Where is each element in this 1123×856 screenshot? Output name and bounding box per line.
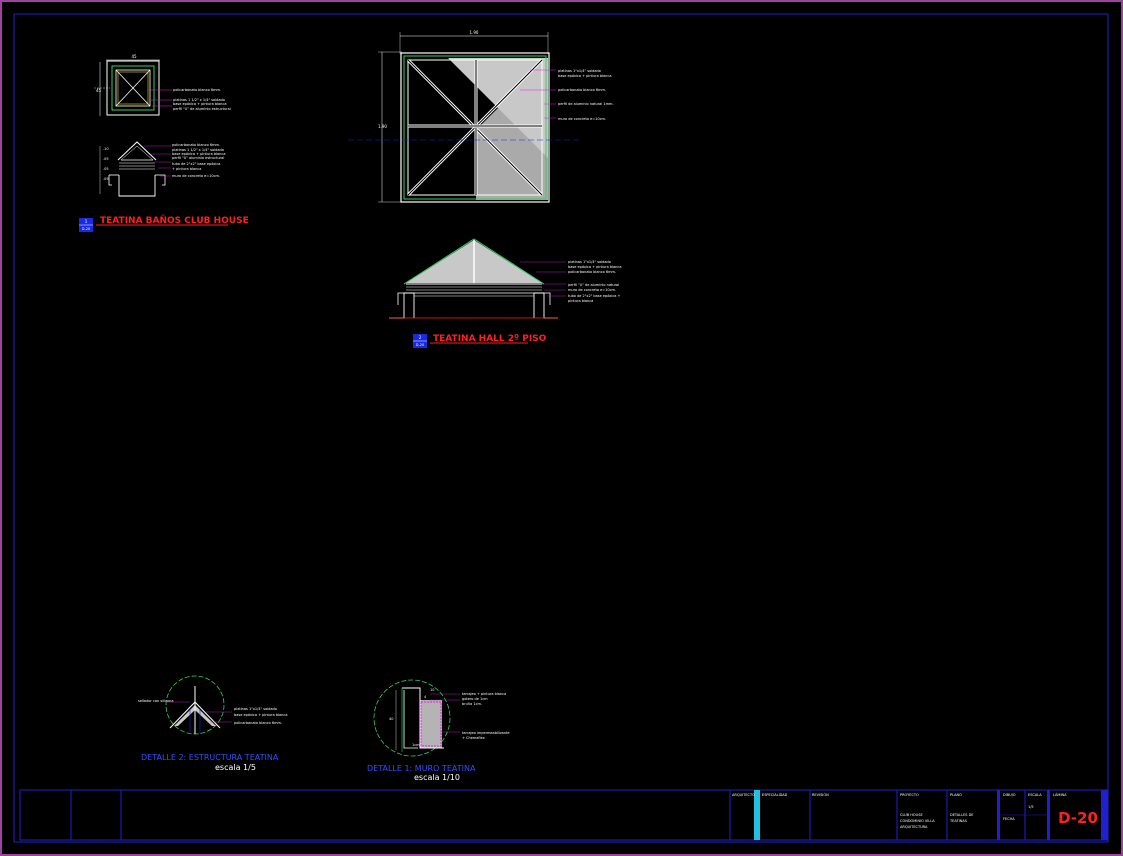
detail1-plan: 45 45 policarbonato blanco 6mm. platinas… xyxy=(94,54,231,116)
detail1-plan-note: base epóxica + pintura blanca xyxy=(173,102,226,106)
detail4-dim: 40 xyxy=(389,717,393,721)
title-block-label: ARQUITECTO xyxy=(732,793,755,797)
detail1-title-block: 1 D-20 TEATINA BAÑOS CLUB HOUSE xyxy=(79,215,249,232)
plan-line: TEATINAS xyxy=(949,819,968,823)
detail2-plan-note: base epóxica + pintura blanca xyxy=(558,74,611,78)
project-line: ARQUITECTURA xyxy=(900,825,928,829)
detail1-plan-note: perfil "U" de aluminio estructural xyxy=(173,107,231,111)
detail3-note: sellador con silicona xyxy=(138,699,174,703)
title-block-label: REVISIÓN xyxy=(812,792,829,797)
detail4-muro: 10 40 4 1cm tarrajeo + pintura blanca go… xyxy=(367,679,510,782)
detail2-section-note: base epóxica + pintura blanca xyxy=(568,265,621,269)
plan-label: PLANO xyxy=(950,793,962,797)
detail2-section-note: platinas 1"x1/4" soldado xyxy=(568,260,611,264)
detail3-scale: escala 1/5 xyxy=(215,763,256,772)
detail1-dim-top: 45 xyxy=(131,54,137,59)
detail1-section-note: policarbonato blanco 6mm. xyxy=(172,143,220,147)
detail3-note: policarbonato blanco 6mm. xyxy=(234,721,282,725)
drawn-label: DIBUJO xyxy=(1003,793,1016,797)
svg-text:.05: .05 xyxy=(103,157,109,161)
detail4-dim: 4 xyxy=(424,695,427,699)
title-block-label: ESPECIALIDAD xyxy=(762,793,788,797)
project-line: CONDOMINIO VILLA xyxy=(900,819,935,823)
svg-text:.05: .05 xyxy=(103,167,109,171)
detail1-number: 1 xyxy=(85,219,88,224)
plan-line: DETALLES DE xyxy=(950,813,974,817)
detail1-section-note: muro de concreto e=10cm. xyxy=(172,174,220,178)
detail4-scale: escala 1/10 xyxy=(414,773,460,782)
detail1-dim-side: 45 xyxy=(96,88,102,93)
svg-text:.05: .05 xyxy=(103,177,109,181)
sheet-code: D-20 xyxy=(1058,809,1098,827)
detail4-note: + Chemaflex xyxy=(462,736,485,740)
detail2-title-block: 2 D-20 TEATINA HALL 2º PISO xyxy=(413,334,547,348)
detail2-dim-top: 1.90 xyxy=(470,30,479,35)
detail2-plan: 1.90 1.90 platinas 1"x1/4" soldado base … xyxy=(348,30,614,203)
detail2-plan-note: perfil de aluminio natural 1mm. xyxy=(558,102,614,106)
outer-frame xyxy=(0,0,1123,856)
detail4-title: DETALLE 1: MURO TEATINA xyxy=(367,764,476,773)
detail2-sheet-ref: D-20 xyxy=(416,343,424,347)
detail2-section-note: tubo de 2"x2" base epóxica + xyxy=(568,294,621,298)
project-label: PROYECTO xyxy=(900,793,919,797)
detail3-note: platinas 1"x1/4" soldado xyxy=(234,707,277,711)
detail1-sheet-ref: D-20 xyxy=(82,227,90,231)
detail1-section-note: perfil "U" aluminio estructural xyxy=(172,156,224,160)
detail2-section-note: policarbonato blanco 6mm. xyxy=(568,270,616,274)
svg-text:.10: .10 xyxy=(103,147,109,151)
detail1-section: .10 .05 .05 .05 policarbonato blanco 6mm… xyxy=(99,141,225,197)
detail4-note: tarrajeo + pintura blanca xyxy=(462,692,506,696)
detail1-plan-note: policarbonato blanco 6mm. xyxy=(173,88,221,92)
detail3-note: base epóxica + pintura blanca xyxy=(234,713,287,717)
detail2-plan-note: platinas 1"x1/4" soldado xyxy=(558,69,601,73)
detail3-estructura: sellador con silicona platinas 1"x1/4" s… xyxy=(138,675,287,772)
lamina-label: LÁMINA xyxy=(1053,792,1067,797)
detail1-section-note: + pintura blanca xyxy=(172,167,201,171)
detail2-section-note: perfil "U" de aluminio natural xyxy=(568,283,619,287)
project-line: CLUB HOUSE xyxy=(900,813,923,817)
scale-label: ESCALA xyxy=(1028,793,1042,797)
detail4-note: tarrajeo impermeabilizante xyxy=(462,731,510,735)
detail4-note: bruña 1cm. xyxy=(462,702,482,706)
title-block-accent xyxy=(754,790,760,840)
title-block: ARQUITECTO ESPECIALIDAD REVISIÓN PROYECT… xyxy=(19,789,1108,841)
detail2-number: 2 xyxy=(419,335,422,340)
detail4-note: gotero de 1cm xyxy=(462,697,488,701)
date-label: FECHA xyxy=(1003,817,1015,821)
detail2-plan-note: muro de concreto e=10cm. xyxy=(558,117,606,121)
detail4-dim: 10 xyxy=(430,688,434,692)
detail2-section: platinas 1"x1/4" soldado base epóxica + … xyxy=(389,238,621,319)
detail2-dim-side: 1.90 xyxy=(378,124,387,129)
detail3-title: DETALLE 2: ESTRUCTURA TEATINA xyxy=(141,753,279,762)
detail1-section-note: tubo de 2"x2" base epóxica xyxy=(172,162,220,166)
detail2-plan-note: policarbonato blanco 6mm. xyxy=(558,88,606,92)
inner-frame xyxy=(13,13,1109,843)
detail4-dim: 1cm xyxy=(412,743,420,747)
detail2-section-note: muro de concreto e=10cm. xyxy=(568,288,616,292)
scale-value: 1/5 xyxy=(1028,805,1034,809)
detail2-section-note: pintura blanca xyxy=(568,299,593,303)
cad-sheet: 45 45 policarbonato blanco 6mm. platinas… xyxy=(0,0,1123,856)
detail1-title: TEATINA BAÑOS CLUB HOUSE xyxy=(100,215,249,226)
